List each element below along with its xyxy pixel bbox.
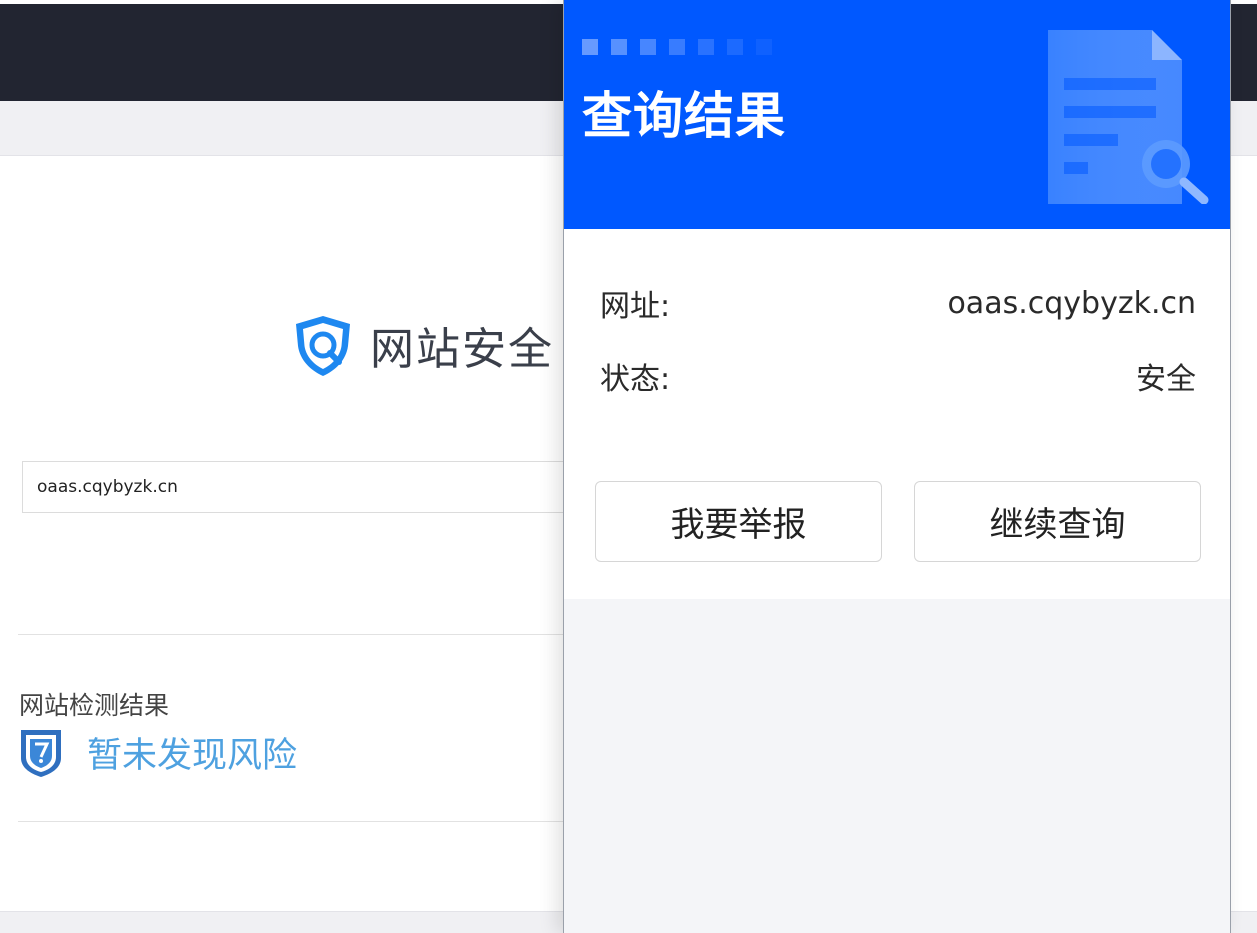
- panel-header: 查询结果: [564, 0, 1230, 229]
- result-label: 网站检测结果: [19, 691, 170, 720]
- url-value: oaas.cqybyzk.cn: [947, 285, 1196, 321]
- panel-title: 查询结果: [582, 87, 786, 145]
- shield-check-icon: [21, 729, 61, 777]
- continue-query-button[interactable]: 继续查询: [914, 481, 1201, 562]
- brand-title: 网站安全: [370, 324, 554, 375]
- divider: [18, 634, 578, 635]
- divider: [18, 821, 578, 822]
- status-value: 安全: [1136, 362, 1196, 397]
- panel-body: 网址: oaas.cqybyzk.cn 状态: 安全 我要举报 继续查询: [564, 229, 1230, 599]
- url-label: 网址:: [600, 289, 671, 324]
- brand-logo: 网站安全: [290, 312, 554, 378]
- result-text: 暂未发现风险: [87, 736, 298, 776]
- result-row: 暂未发现风险: [19, 727, 297, 778]
- document-search-icon: [1048, 30, 1209, 204]
- url-row: 网址: oaas.cqybyzk.cn: [600, 281, 1196, 325]
- search-input[interactable]: [22, 461, 582, 513]
- header-decoration: [582, 39, 785, 55]
- status-row: 状态: 安全: [600, 354, 1196, 398]
- report-button[interactable]: 我要举报: [595, 481, 882, 562]
- shield-search-icon: [296, 316, 350, 376]
- status-label: 状态:: [600, 362, 671, 397]
- query-result-panel: 查询结果 网址: oaas.cqybyzk.cn 状态: 安全 我要举报 继续查…: [563, 0, 1231, 933]
